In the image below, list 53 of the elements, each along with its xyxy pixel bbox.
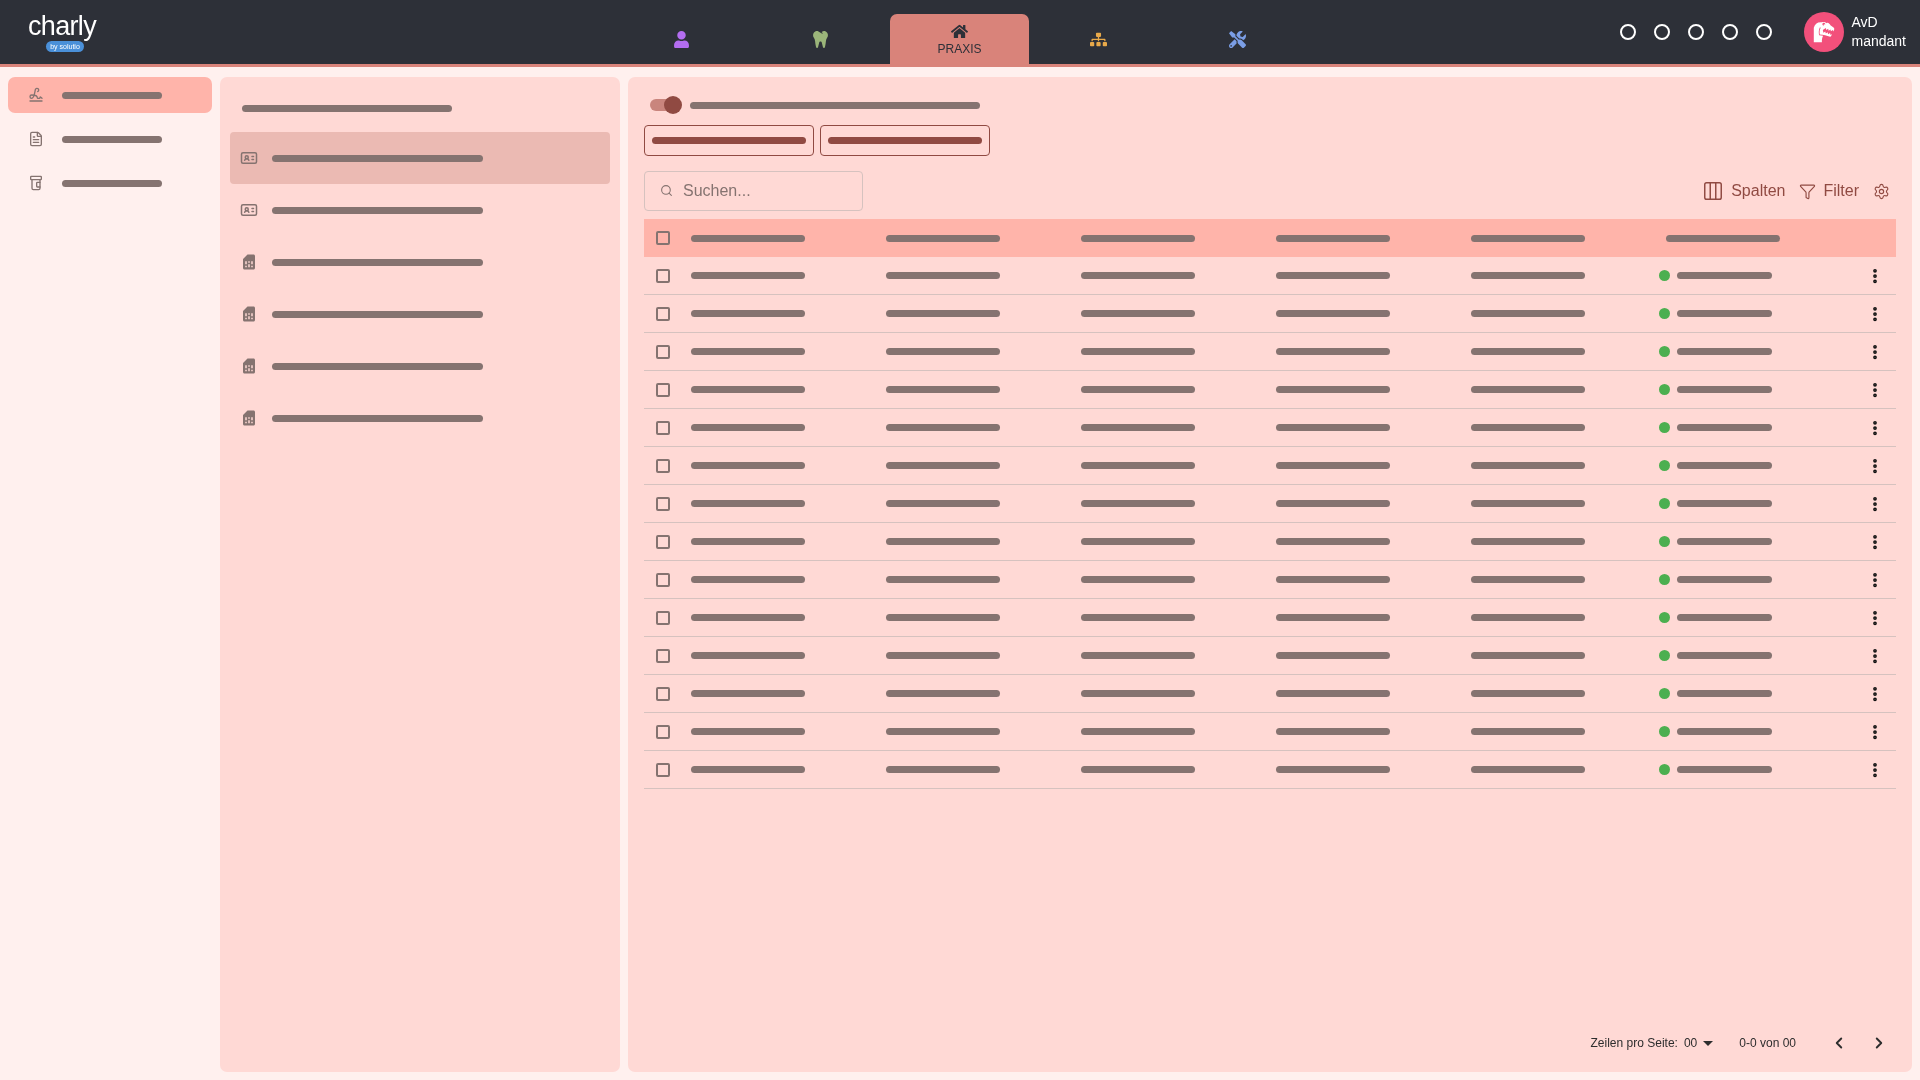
checkbox[interactable] [656,610,670,625]
dinosaur-icon [1812,21,1835,43]
checkbox[interactable] [656,572,670,587]
checkbox[interactable] [656,534,670,549]
checkbox[interactable] [656,686,670,701]
checkbox[interactable] [656,458,670,473]
toolbar-button[interactable]: Filter [1799,179,1859,203]
action-button[interactable] [820,125,990,156]
columns-icon [1702,180,1725,202]
toolbar-button[interactable] [1873,182,1890,200]
pill-bottle-icon [28,175,44,191]
user-tenant: mandant [1851,32,1906,51]
checkbox[interactable] [656,344,670,359]
card-file-icon [240,305,258,323]
nav-tab[interactable]: PRAXIS [890,14,1029,64]
checkbox[interactable] [656,231,670,245]
settings-icon [1873,182,1890,200]
checkbox[interactable] [656,648,670,663]
user-role: AvD [1851,13,1879,32]
home-icon [951,23,968,40]
page-range: 0-0 von 00 [1739,1035,1796,1052]
signature-icon [28,87,44,103]
card-file-icon [240,409,258,427]
contact-card-icon [240,149,258,167]
caret-icon [1703,1040,1714,1046]
status-indicator-icon[interactable] [1721,24,1738,40]
card-file-icon [240,357,258,375]
checkbox[interactable] [656,382,670,397]
avatar[interactable] [1803,12,1844,52]
checkbox[interactable] [656,762,670,777]
list-item[interactable] [230,132,610,184]
status-indicator-icon[interactable] [1687,24,1704,40]
rows-per-page-select[interactable]: 00 [1683,1034,1714,1052]
checkbox[interactable] [656,420,670,435]
sidebar-item[interactable] [8,77,212,113]
status-indicator-icon[interactable] [1653,24,1670,40]
toolbar-button[interactable]: Spalten [1702,179,1786,203]
contact-card-icon [240,201,258,219]
checkbox[interactable] [656,496,670,511]
search-icon [660,184,673,197]
checkbox[interactable] [656,724,670,739]
checkbox[interactable] [656,268,670,283]
document-icon [28,131,44,147]
rows-per-page-label: Zeilen pro Seite: [1590,1035,1678,1052]
filter-icon [1799,182,1817,200]
search-field[interactable]: Suchen... [644,171,863,211]
status-indicator-icon[interactable] [1619,24,1636,40]
checkbox[interactable] [656,306,670,321]
logo-text: charly [28,12,96,40]
card-file-icon [240,253,258,271]
status-indicator-icon[interactable] [1755,24,1772,40]
toggle-switch[interactable] [650,99,680,111]
action-button[interactable] [644,125,814,156]
